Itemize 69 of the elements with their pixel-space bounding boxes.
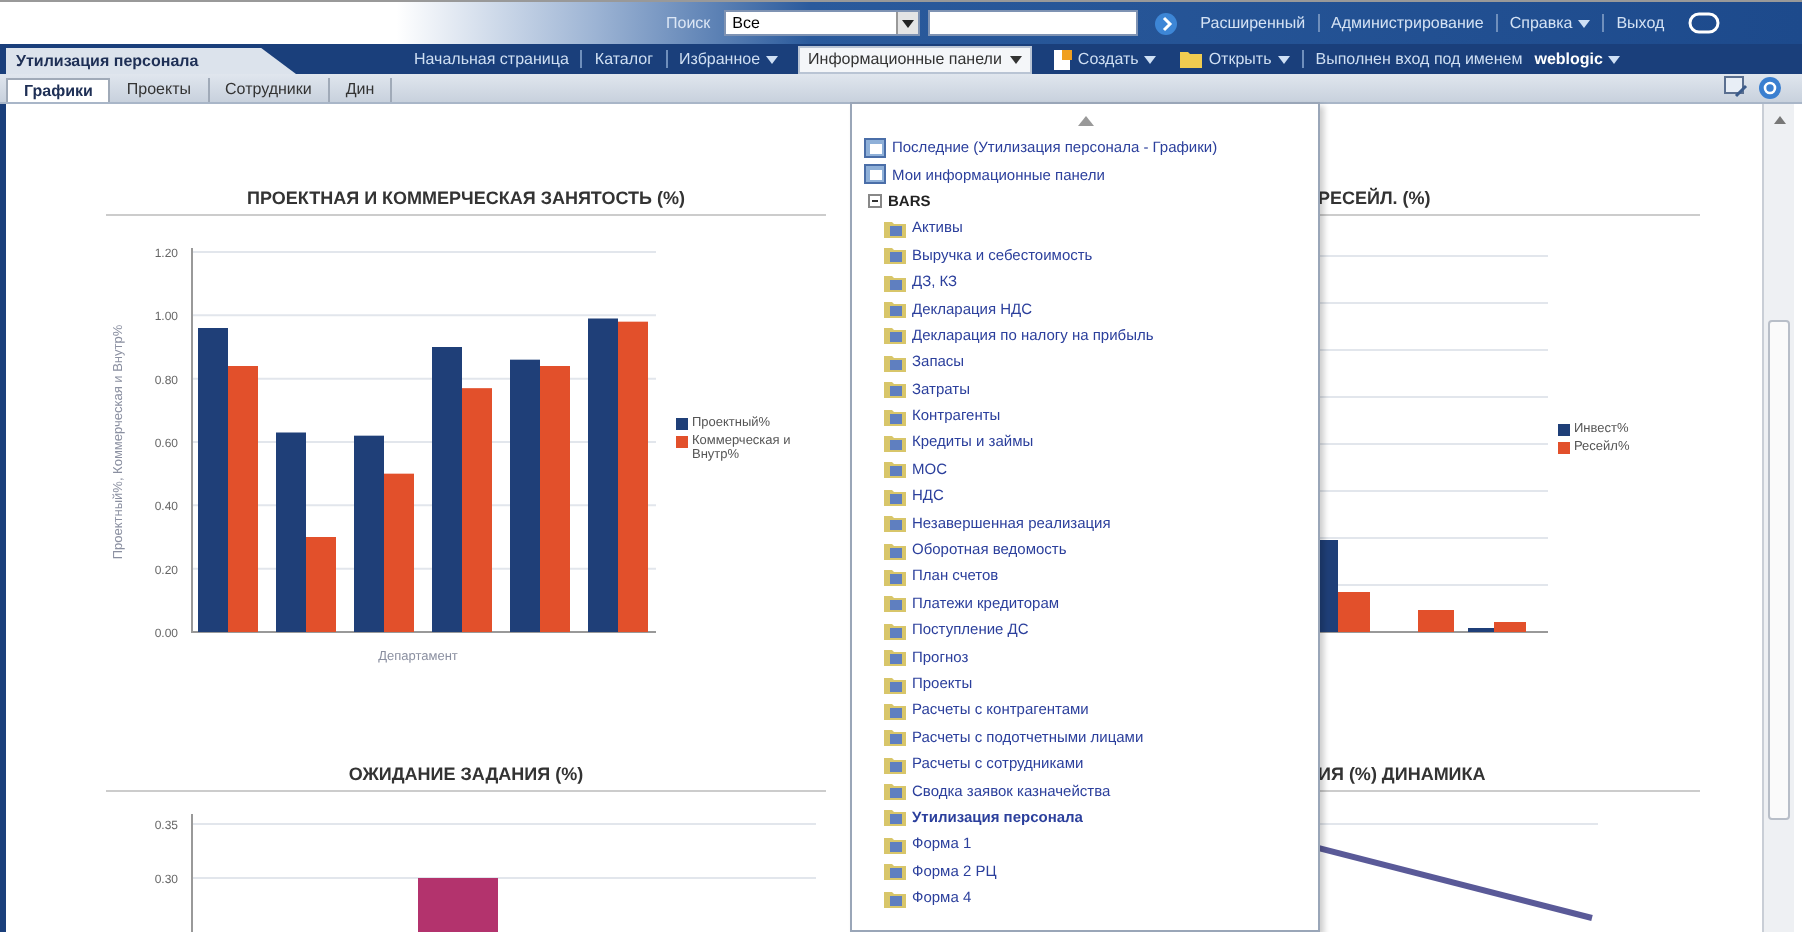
open-menu[interactable]: Открыть: [1168, 50, 1302, 68]
caret-icon: [766, 55, 779, 63]
caret-icon: [1009, 55, 1022, 63]
page-tab[interactable]: Дин: [329, 78, 393, 102]
caret-icon: [1608, 55, 1621, 63]
folder-icon: [884, 887, 906, 908]
folder-icon: [884, 726, 906, 747]
header-link[interactable]: Выход: [1602, 14, 1677, 32]
scope-dropdown[interactable]: Все: [724, 10, 921, 36]
page-icon: [864, 137, 886, 158]
chart-title: ПРОЕКТНАЯ И КОММЕРЧЕСКАЯ ЗАНЯТОСТЬ (%): [106, 188, 826, 216]
folder-icon: [884, 780, 906, 801]
folder-icon: [884, 833, 906, 854]
scroll-up-icon[interactable]: [1077, 116, 1093, 126]
page-tab[interactable]: Графики: [6, 78, 111, 102]
folder-icon: [884, 405, 906, 426]
folder-icon: [884, 244, 906, 265]
folder-icon: [884, 485, 906, 506]
bar: [1418, 610, 1454, 632]
chart-title: ОЖИДАНИЕ ЗАДАНИЯ (%): [106, 764, 826, 792]
nav-link[interactable]: Каталог: [580, 50, 665, 68]
header-link[interactable]: Справка: [1495, 14, 1603, 32]
folder-icon: [884, 619, 906, 640]
create-menu[interactable]: Создать: [1039, 49, 1169, 69]
caret-icon: [902, 19, 915, 27]
header-link[interactable]: Администрирование: [1317, 14, 1496, 32]
folder-icon: [884, 646, 906, 667]
folder-icon: [884, 217, 906, 238]
caret-icon: [1578, 19, 1591, 27]
go-icon[interactable]: [1154, 11, 1179, 35]
folder-icon: [884, 351, 906, 372]
folder-icon: [884, 565, 906, 586]
dropdown-button[interactable]: [896, 12, 919, 34]
folder-icon: [884, 512, 906, 533]
folder-icon: [884, 806, 906, 827]
caret-icon: [1277, 55, 1290, 63]
scrollbar[interactable]: [1762, 104, 1794, 932]
folder-icon: [884, 298, 906, 319]
bar: [418, 878, 498, 932]
folder-icon: [884, 539, 906, 560]
folder-icon: [884, 431, 906, 452]
search-label: Поиск: [666, 14, 711, 32]
edit-icon[interactable]: [1724, 76, 1748, 98]
folder-icon: [884, 271, 906, 292]
header-link[interactable]: Расширенный: [1188, 14, 1318, 32]
page-tab[interactable]: Проекты: [110, 78, 210, 102]
user-menu[interactable]: Выполнен вход под именем weblogic: [1301, 50, 1633, 68]
folder-icon: [884, 860, 906, 881]
dashboard-title: Утилизация персонала: [6, 48, 296, 74]
caret-icon: [1144, 55, 1157, 63]
folder-icon: [884, 324, 906, 345]
folder-icon: [884, 673, 906, 693]
page-tab[interactable]: Сотрудники: [209, 78, 330, 102]
folder-icon: [884, 592, 906, 613]
nav-link[interactable]: Избранное: [665, 50, 791, 68]
scroll-up-icon[interactable]: [1773, 116, 1785, 124]
nav-link[interactable]: Начальная страница: [402, 50, 581, 68]
dashboards-button[interactable]: Информационные панели: [798, 45, 1032, 73]
folder-icon: [1180, 50, 1203, 68]
collapse-icon[interactable]: [868, 193, 882, 208]
page-icon: [864, 164, 886, 185]
folder-icon: [884, 699, 906, 720]
scrollbar-thumb[interactable]: [1768, 320, 1790, 820]
folder-icon: [884, 753, 906, 774]
help-icon[interactable]: [1758, 75, 1782, 99]
folder-icon: [884, 378, 906, 399]
search-field[interactable]: [928, 10, 1139, 36]
new-document-icon: [1051, 49, 1072, 69]
folder-icon: [884, 458, 906, 479]
